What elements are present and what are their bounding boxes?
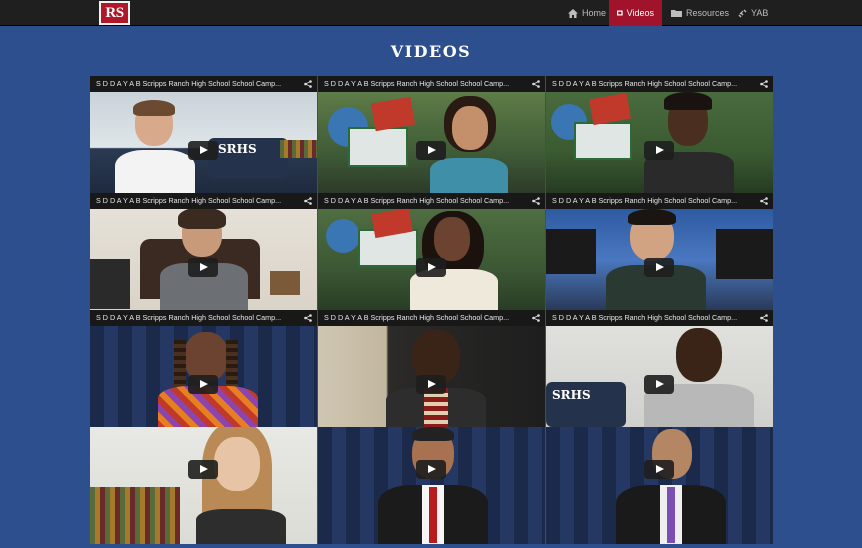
video-thumbnail[interactable] [318,427,545,544]
nav-resources[interactable]: Resources [663,0,737,26]
video-title: S D D A Y A B Scripps Ranch High School … [552,79,738,88]
video-thumbnail[interactable] [90,427,317,544]
video-tile[interactable]: S D D A Y A B Scripps Ranch High School … [90,76,317,193]
brand-logo[interactable]: RS [99,1,130,25]
video-title: S D D A Y A B Scripps Ranch High School … [552,313,738,322]
link-icon [738,8,747,18]
video-title-bar[interactable]: S D D A Y A B Scripps Ranch High School … [90,310,317,326]
home-icon [568,8,578,18]
video-thumbnail[interactable] [546,92,773,193]
play-button[interactable] [644,375,674,394]
play-button[interactable] [188,375,218,394]
share-icon[interactable] [532,80,540,88]
play-button[interactable] [416,258,446,277]
share-icon[interactable] [760,197,768,205]
video-icon [617,10,623,16]
play-button[interactable] [644,460,674,479]
video-thumbnail[interactable] [318,207,545,310]
video-thumbnail[interactable] [318,92,545,193]
video-thumbnail[interactable]: SRHS [90,92,317,193]
video-thumbnail[interactable] [90,207,317,310]
video-grid: S D D A Y A B Scripps Ranch High School … [90,76,773,544]
video-tile[interactable] [318,427,545,544]
video-tile[interactable]: S D D A Y A B Scripps Ranch High School … [90,193,317,310]
video-title-bar[interactable]: S D D A Y A B Scripps Ranch High School … [546,193,773,209]
video-tile[interactable]: S D D A Y A B Scripps Ranch High School … [546,310,773,427]
nav-yab-label: YAB [751,8,769,18]
video-tile[interactable]: S D D A Y A B Scripps Ranch High School … [318,310,545,427]
play-button[interactable] [188,460,218,479]
video-thumbnail[interactable] [318,326,545,427]
video-tile[interactable]: S D D A Y A B Scripps Ranch High School … [90,310,317,427]
share-icon[interactable] [304,314,312,322]
video-thumbnail[interactable] [90,326,317,427]
share-icon[interactable] [760,314,768,322]
play-button[interactable] [188,258,218,277]
nav-videos[interactable]: Videos [609,0,662,26]
video-tile[interactable]: S D D A Y A B Scripps Ranch High School … [318,76,545,193]
video-title-bar[interactable]: S D D A Y A B Scripps Ranch High School … [318,76,545,92]
video-title: S D D A Y A B Scripps Ranch High School … [96,196,282,205]
nav-home[interactable]: Home [560,0,614,26]
top-navbar: RS Home Videos Resources YAB [0,0,862,26]
nav-yab[interactable]: YAB [730,0,776,26]
play-button[interactable] [416,141,446,160]
video-title: S D D A Y A B Scripps Ranch High School … [324,196,510,205]
video-title-bar[interactable]: S D D A Y A B Scripps Ranch High School … [90,193,317,209]
share-icon[interactable] [304,80,312,88]
video-tile[interactable] [546,427,773,544]
folder-icon [671,10,682,17]
video-title-bar[interactable]: S D D A Y A B Scripps Ranch High School … [90,76,317,92]
video-title: S D D A Y A B Scripps Ranch High School … [324,79,510,88]
video-tile[interactable] [90,427,317,544]
play-button[interactable] [416,375,446,394]
video-title-bar[interactable]: S D D A Y A B Scripps Ranch High School … [318,193,545,209]
video-thumbnail[interactable]: SRHS [546,326,773,427]
video-title: S D D A Y A B Scripps Ranch High School … [96,313,282,322]
play-button[interactable] [644,258,674,277]
nav-resources-label: Resources [686,8,730,18]
play-button[interactable] [416,460,446,479]
video-title-bar[interactable]: S D D A Y A B Scripps Ranch High School … [546,76,773,92]
play-button[interactable] [188,141,218,160]
video-tile[interactable]: S D D A Y A B Scripps Ranch High School … [318,193,545,310]
video-title-bar[interactable]: S D D A Y A B Scripps Ranch High School … [318,310,545,326]
nav-home-label: Home [582,8,607,18]
share-icon[interactable] [532,314,540,322]
video-tile[interactable]: S D D A Y A B Scripps Ranch High School … [546,76,773,193]
video-tile[interactable]: S D D A Y A B Scripps Ranch High School … [546,193,773,310]
share-icon[interactable] [532,197,540,205]
nav-videos-label: Videos [626,8,654,18]
video-thumbnail[interactable] [546,209,773,310]
video-title: S D D A Y A B Scripps Ranch High School … [96,79,282,88]
share-icon[interactable] [304,197,312,205]
play-button[interactable] [644,141,674,160]
video-title: S D D A Y A B Scripps Ranch High School … [324,313,510,322]
video-title: S D D A Y A B Scripps Ranch High School … [552,196,738,205]
video-title-bar[interactable]: S D D A Y A B Scripps Ranch High School … [546,310,773,326]
video-thumbnail[interactable] [546,427,773,544]
page-title: VIDEOS [390,42,472,61]
share-icon[interactable] [760,80,768,88]
